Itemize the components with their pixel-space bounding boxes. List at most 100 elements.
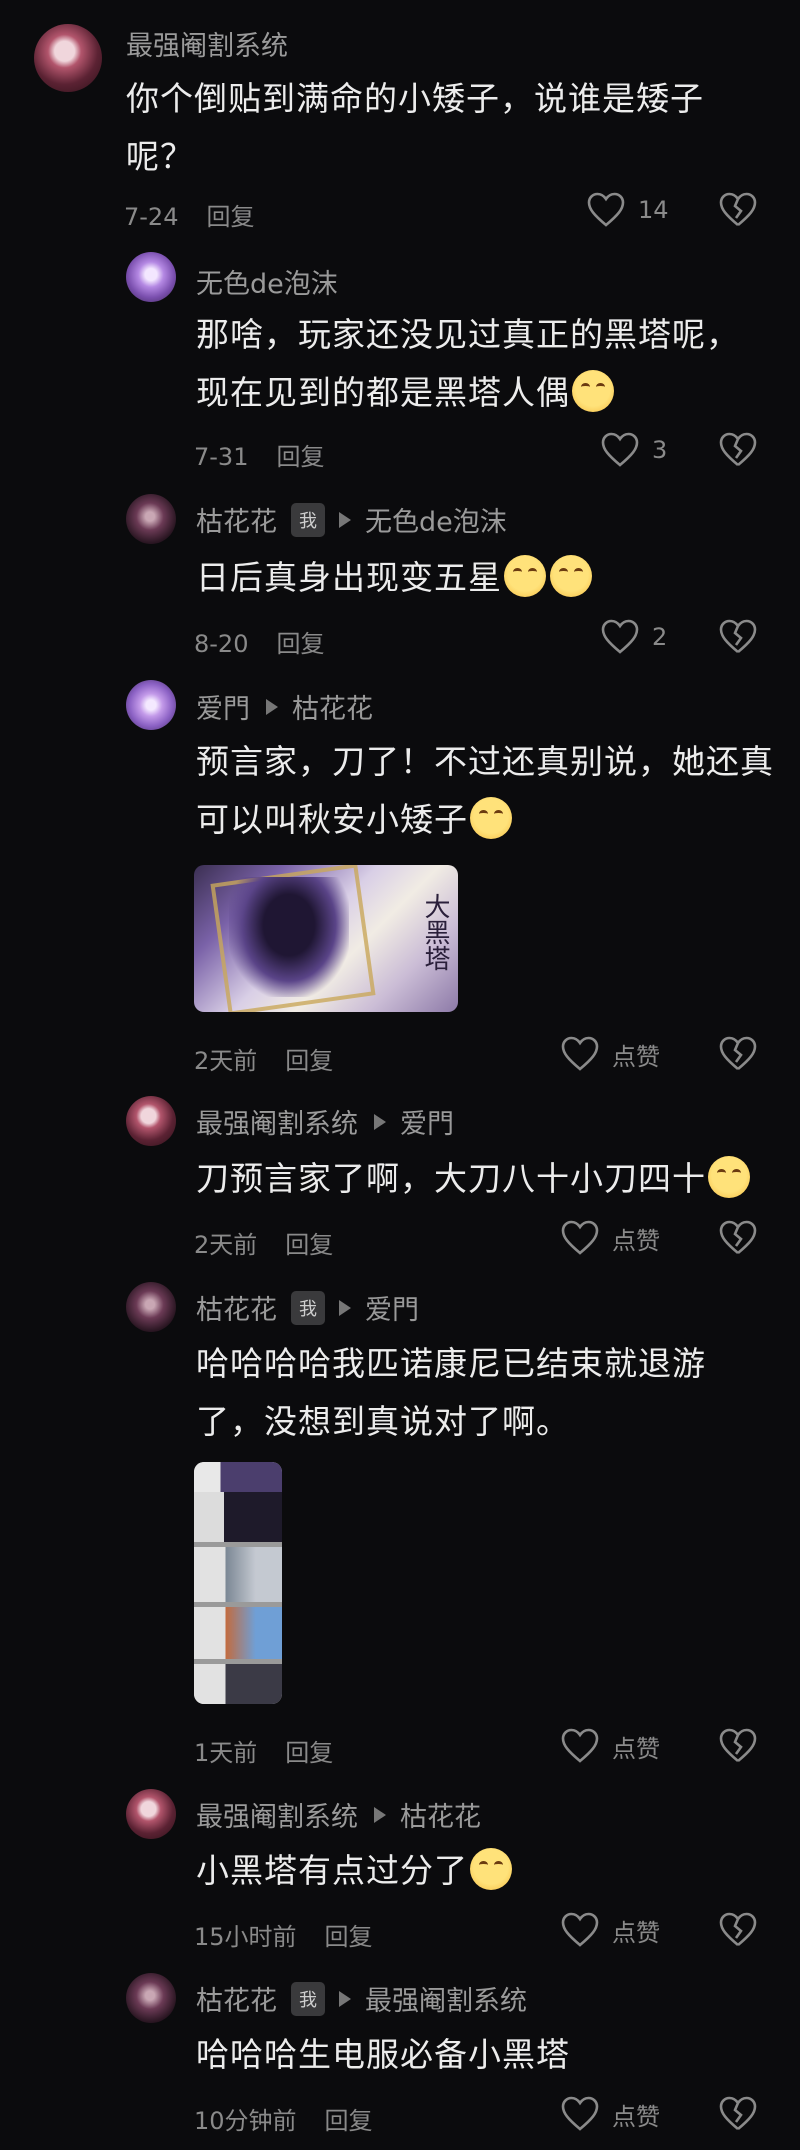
reply-to-name[interactable]: 爱門 [365,1288,419,1327]
broken-heart-icon[interactable] [718,1912,758,1948]
triangle-right-icon [374,1806,386,1823]
avatar[interactable] [126,1282,176,1332]
heart-outline-icon [561,1220,599,1255]
comment-time: 2天前 [194,1231,258,1259]
comment-meta: 2天前 回复 [194,1225,333,1260]
like-button[interactable]: 2 [600,619,667,655]
like-button[interactable]: 14 [586,192,669,228]
like-count: 3 [652,436,668,464]
like-button[interactable]: 3 [600,432,667,468]
reply-button[interactable]: 回复 [206,203,254,231]
comment-author[interactable]: 无色de泡沫 [196,262,338,301]
avatar[interactable] [126,680,176,730]
comment-meta: 2天前 回复 [194,1041,333,1076]
smiling-emoji-icon [708,1156,750,1198]
comment-author[interactable]: 爱門 [196,687,250,726]
image-strip [194,1607,282,1659]
reply-button[interactable]: 回复 [276,630,324,658]
avatar[interactable] [34,24,102,92]
comment-time: 1天前 [194,1739,258,1767]
reply-button[interactable]: 回复 [325,2107,373,2135]
comment-image[interactable]: 大黑塔 [194,865,458,1012]
reply-button[interactable]: 回复 [285,1231,333,1259]
like-label: 点赞 [612,2102,660,2131]
comment-author[interactable]: 最强阉割系统 [196,1102,358,1141]
heart-outline-icon [601,432,639,467]
broken-heart-icon[interactable] [718,1036,758,1072]
comment-author[interactable]: 最强阉割系统 [126,24,288,63]
broken-heart-icon[interactable] [718,619,758,655]
comment-text: 那啥，玩家还没见过真正的黑塔呢， 现在见到的都是黑塔人偶 [196,315,740,412]
reply-button[interactable]: 回复 [285,1739,333,1767]
image-strip [194,1492,282,1542]
comment-meta: 15小时前 回复 [194,1917,373,1952]
heart-outline-icon [561,1912,599,1947]
comment-image[interactable] [194,1462,282,1704]
me-badge: 我 [291,1290,325,1325]
image-strip [194,1547,282,1602]
like-button[interactable]: 点赞 [560,1036,660,1072]
comment-meta: 7-24 回复 [124,197,254,232]
comment-author-row: 枯花花 我 最强阉割系统 [196,1979,527,2018]
broken-heart-icon[interactable] [718,2096,758,2132]
comment-author-row: 爱門 枯花花 [196,687,373,726]
like-button[interactable]: 点赞 [560,1728,660,1764]
comment-time: 2天前 [194,1047,258,1075]
comment-text: 哈哈哈生电服必备小黑塔 [196,2035,570,2074]
comment-text: 哈哈哈哈我匹诺康尼已结束就退游 了，没想到真说对了啊。 [196,1344,706,1441]
avatar[interactable] [126,1973,176,2023]
heart-outline-icon [601,619,639,654]
image-strip [194,1664,282,1704]
comment-meta: 7-31 回复 [194,437,324,472]
comment-text: 预言家，刀了！不过还真别说，她还真 可以叫秋安小矮子 [196,742,774,839]
reply-button[interactable]: 回复 [325,1923,373,1951]
sweat-smile-emoji-icon [470,797,512,839]
comment-author[interactable]: 枯花花 [196,500,277,539]
heart-outline-icon [587,192,625,227]
like-label: 点赞 [612,1734,660,1763]
reply-to-name[interactable]: 无色de泡沫 [365,500,507,539]
like-label: 点赞 [612,1918,660,1947]
broken-heart-icon[interactable] [718,1220,758,1256]
avatar[interactable] [126,1096,176,1146]
like-label: 点赞 [612,1226,660,1255]
comment-meta: 10分钟前 回复 [194,2101,373,2136]
image-character [229,877,349,997]
comment-time: 8-20 [194,630,249,658]
reply-to-name[interactable]: 枯花花 [292,687,373,726]
comment-author[interactable]: 最强阉割系统 [196,1795,358,1834]
like-count: 2 [652,623,668,651]
image-title: 大黑塔 [420,893,450,971]
reply-to-name[interactable]: 最强阉割系统 [365,1979,527,2018]
comment-author[interactable]: 枯花花 [196,1979,277,2018]
broken-heart-icon[interactable] [718,192,758,228]
laughing-emoji-icon [572,370,614,412]
reply-to-name[interactable]: 枯花花 [400,1795,481,1834]
triangle-right-icon [339,1299,351,1316]
broken-heart-icon[interactable] [718,1728,758,1764]
like-count: 14 [638,196,669,224]
like-button[interactable]: 点赞 [560,1912,660,1948]
comment-time: 15小时前 [194,1923,297,1951]
avatar[interactable] [126,252,176,302]
smiling-emoji-icon [550,555,592,597]
comment-author-row: 最强阉割系统 [126,24,288,63]
reply-button[interactable]: 回复 [285,1047,333,1075]
crying-laughing-emoji-icon [470,1848,512,1890]
like-button[interactable]: 点赞 [560,1220,660,1256]
triangle-right-icon [339,1990,351,2007]
avatar[interactable] [126,494,176,544]
avatar[interactable] [126,1789,176,1839]
comment-time: 10分钟前 [194,2107,297,2135]
like-button[interactable]: 点赞 [560,2096,660,2132]
triangle-right-icon [339,511,351,528]
broken-heart-icon[interactable] [718,432,758,468]
heart-outline-icon [561,1036,599,1071]
comment-author[interactable]: 枯花花 [196,1288,277,1327]
comment-author-row: 枯花花 我 爱門 [196,1288,419,1327]
reply-button[interactable]: 回复 [276,443,324,471]
comment-text: 你个倒贴到满命的小矮子，说谁是矮子 呢？ [126,79,704,176]
comment-author-row: 最强阉割系统 枯花花 [196,1795,481,1834]
reply-to-name[interactable]: 爱門 [400,1102,454,1141]
comment-author-row: 枯花花 我 无色de泡沫 [196,500,507,539]
